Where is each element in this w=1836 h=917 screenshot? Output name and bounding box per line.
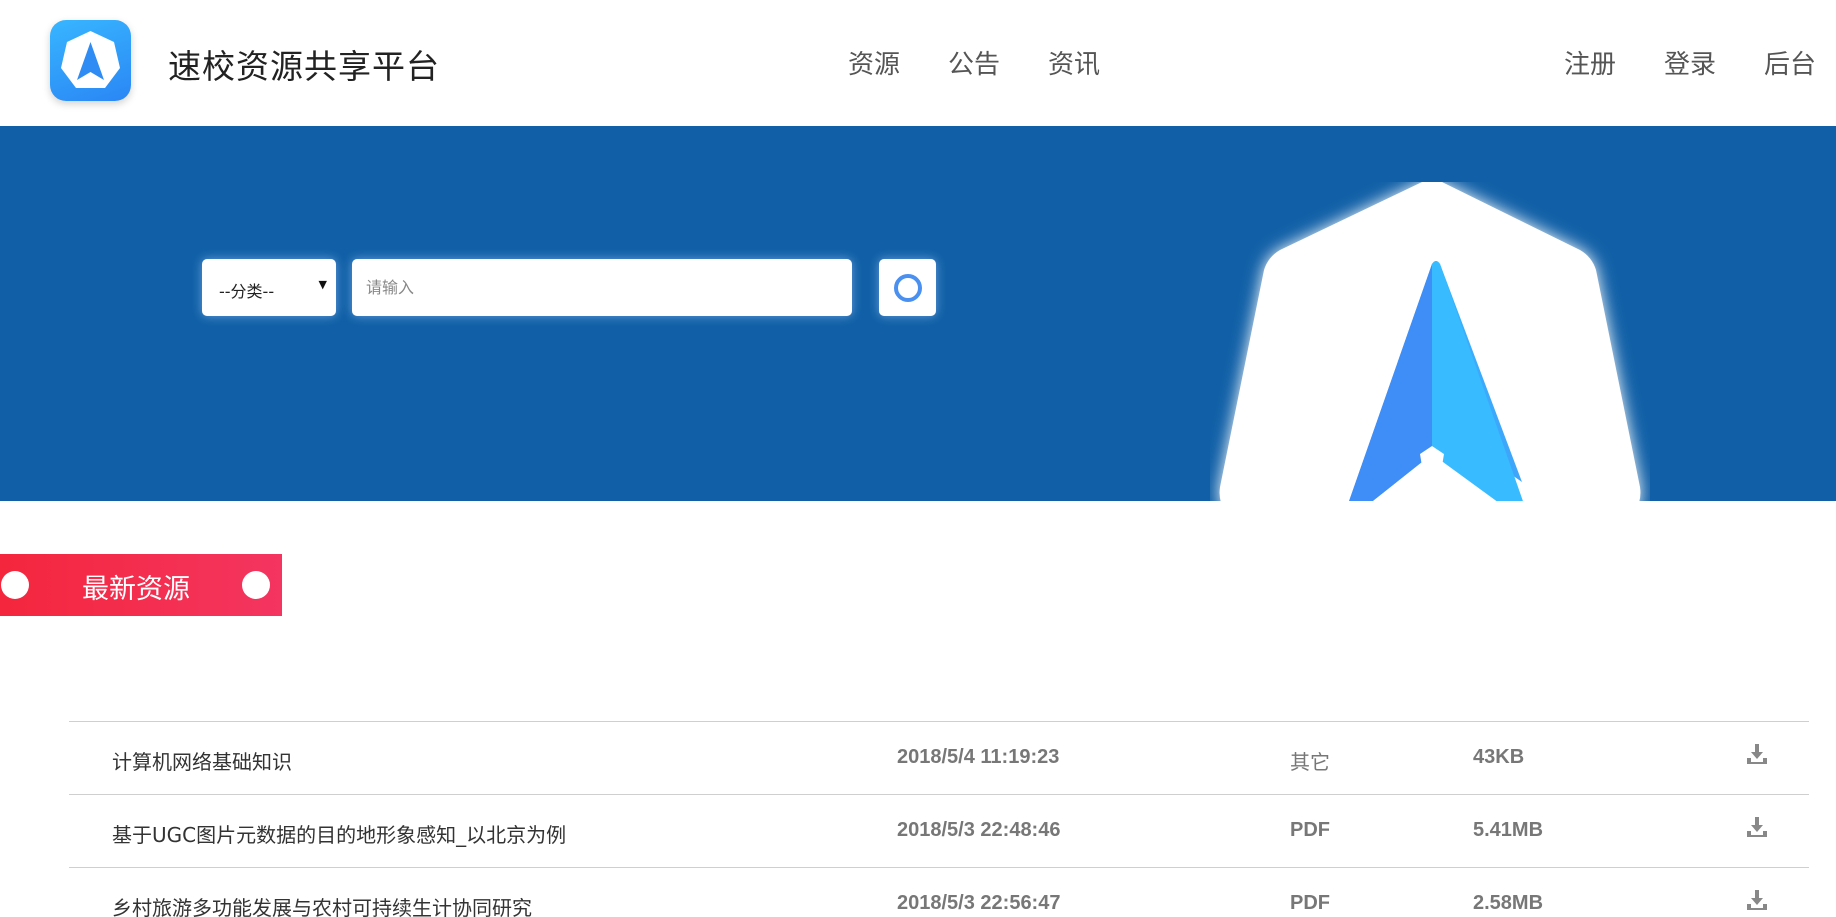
- resource-table: 计算机网络基础知识 2018/5/4 11:19:23 其它 43KB 基于UG…: [69, 721, 1809, 917]
- hero-banner: --分类-- ▼: [0, 126, 1836, 501]
- admin-link[interactable]: 后台: [1764, 44, 1816, 81]
- register-link[interactable]: 注册: [1564, 44, 1616, 81]
- resource-size: 2.58MB: [1473, 892, 1544, 914]
- tab-dot-right: [242, 571, 270, 599]
- resource-size: 5.41MB: [1473, 819, 1544, 841]
- chevron-down-icon: ▼: [318, 278, 327, 291]
- section-title: 最新资源: [82, 574, 190, 605]
- resource-name[interactable]: 计算机网络基础知识: [112, 746, 292, 775]
- resource-name[interactable]: 基于UGC图片元数据的目的地形象感知_以北京为例: [112, 819, 566, 848]
- tab-dot-left: [1, 571, 29, 599]
- hero-logo-icon: [1219, 182, 1641, 501]
- nav-resources[interactable]: 资源: [848, 44, 900, 81]
- search-icon: [894, 274, 922, 302]
- site-header: 速校资源共享平台 资源 公告 资讯 注册 登录 后台: [0, 0, 1836, 126]
- latest-resources-tab: 最新资源: [0, 554, 282, 616]
- search-button[interactable]: [879, 259, 936, 316]
- table-row[interactable]: 乡村旅游多功能发展与农村可持续生计协同研究 2018/5/3 22:56:47 …: [69, 867, 1809, 917]
- nav-announcements[interactable]: 公告: [948, 44, 1000, 81]
- site-title[interactable]: 速校资源共享平台: [168, 40, 440, 88]
- resource-size: 43KB: [1473, 746, 1525, 768]
- navigation-arrow-icon: [61, 31, 120, 88]
- table-row[interactable]: 基于UGC图片元数据的目的地形象感知_以北京为例 2018/5/3 22:48:…: [69, 794, 1809, 867]
- download-icon[interactable]: [1745, 815, 1769, 839]
- nav-news[interactable]: 资讯: [1048, 44, 1100, 81]
- resource-type: PDF: [1290, 819, 1330, 841]
- resource-time: 2018/5/4 11:19:23: [897, 746, 1060, 768]
- resource-time: 2018/5/3 22:56:47: [897, 892, 1061, 914]
- resource-name[interactable]: 乡村旅游多功能发展与农村可持续生计协同研究: [112, 892, 532, 917]
- resource-time: 2018/5/3 22:48:46: [897, 819, 1061, 841]
- main-nav: 资源 公告 资讯: [848, 44, 1100, 81]
- resource-type: 其它: [1290, 750, 1330, 774]
- category-select[interactable]: --分类-- ▼: [202, 259, 336, 316]
- resource-type: PDF: [1290, 892, 1330, 914]
- download-icon[interactable]: [1745, 888, 1769, 912]
- site-logo-icon[interactable]: [50, 20, 131, 101]
- category-select-label: --分类--: [219, 282, 275, 301]
- download-icon[interactable]: [1745, 742, 1769, 766]
- account-nav: 注册 登录 后台: [1564, 44, 1816, 81]
- login-link[interactable]: 登录: [1664, 44, 1716, 81]
- table-row[interactable]: 计算机网络基础知识 2018/5/4 11:19:23 其它 43KB: [69, 721, 1809, 794]
- search-input[interactable]: [352, 259, 852, 316]
